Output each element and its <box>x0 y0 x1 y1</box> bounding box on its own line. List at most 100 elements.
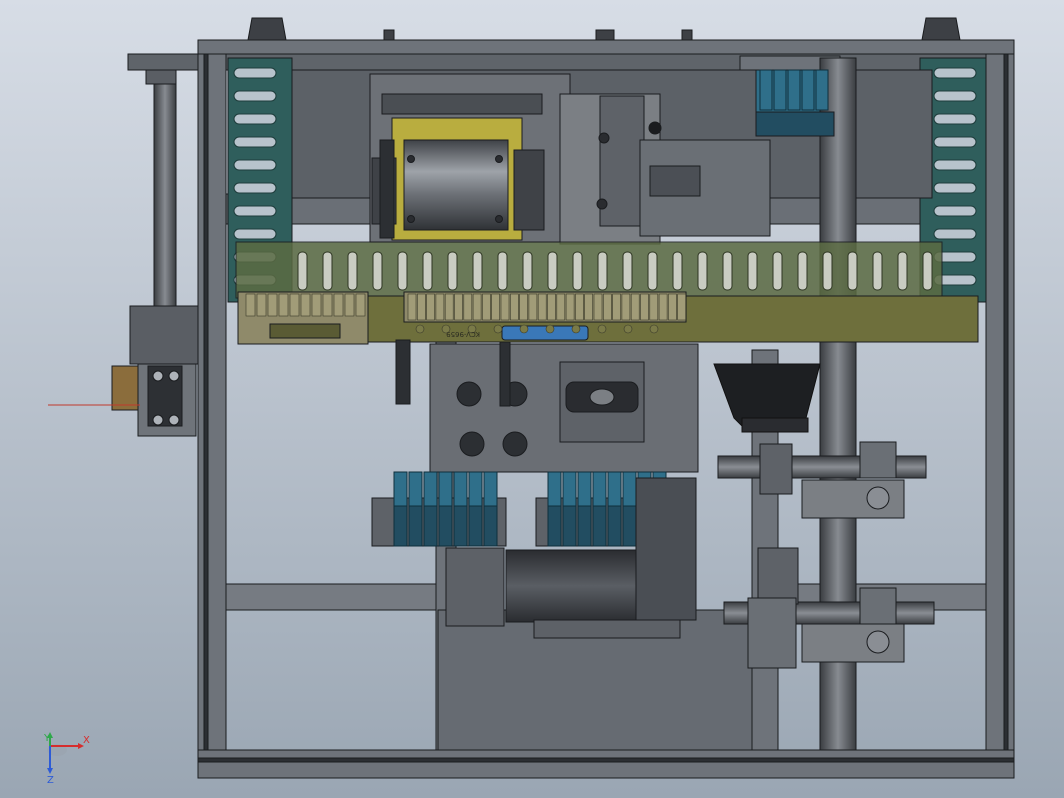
valve-slice <box>592 471 607 507</box>
chain-slot <box>933 182 977 194</box>
terminal-block <box>584 293 594 321</box>
terminal-block <box>463 293 473 321</box>
chain-slot <box>933 113 977 125</box>
terminal-block <box>245 293 256 317</box>
terminal-block <box>426 293 435 321</box>
rail-marking: KCV-9659 <box>446 330 480 338</box>
terminal-block <box>630 293 640 321</box>
tray-slot <box>872 251 883 291</box>
terminal-block <box>482 293 491 321</box>
chain-slot <box>233 136 277 148</box>
chain-slot <box>933 67 977 79</box>
terminal-block <box>355 293 366 317</box>
valve-slice <box>787 69 801 111</box>
tray-slot <box>397 251 408 291</box>
valve-slice <box>438 471 453 507</box>
terminal-block <box>547 293 556 321</box>
rail-hole <box>597 324 607 334</box>
terminal-block <box>344 293 355 317</box>
valve-slice-base <box>393 505 408 547</box>
chain-slot <box>233 182 277 194</box>
valve-slice <box>562 471 577 507</box>
rail-hole <box>649 324 659 334</box>
rail-hole <box>519 324 529 334</box>
terminal-block <box>593 293 603 321</box>
terminal-block <box>640 293 649 321</box>
chain-slot <box>933 136 977 148</box>
chain-slot <box>933 159 977 171</box>
terminal-block <box>677 293 687 321</box>
valve-slice <box>815 69 829 111</box>
valve-slice <box>423 471 438 507</box>
tray-slot <box>622 251 633 291</box>
valve-slice <box>408 471 423 507</box>
chain-slot <box>233 205 277 217</box>
tray-slot <box>297 251 308 291</box>
valve-slice <box>577 471 592 507</box>
cable-tray <box>235 241 943 299</box>
rail-hole <box>623 324 633 334</box>
terminal-block <box>311 293 322 317</box>
terminal-block <box>668 293 677 321</box>
machine-assembly-drawing: KCV-9659 <box>0 0 1064 798</box>
tray-slot <box>522 251 533 291</box>
rail-hole <box>493 324 503 334</box>
tray-slot <box>647 251 658 291</box>
terminal-block <box>322 293 333 317</box>
tray-slot <box>672 251 683 291</box>
tray-slot <box>347 251 358 291</box>
terminal-block <box>300 293 311 317</box>
chain-slot <box>233 159 277 171</box>
top-valve-slices <box>759 69 829 111</box>
tray-slot <box>697 251 708 291</box>
chain-slot <box>233 113 277 125</box>
center-body <box>395 339 699 473</box>
tray-slot <box>797 251 808 291</box>
terminal-block <box>289 293 300 317</box>
valve-slice <box>801 69 815 111</box>
valve-slice-base <box>622 505 637 547</box>
valve-slice-base <box>483 505 498 547</box>
terminal-block <box>267 293 278 317</box>
valve-slice <box>468 471 483 507</box>
valve-slice <box>453 471 468 507</box>
terminal-block <box>621 293 631 321</box>
terminal-block <box>575 293 584 321</box>
tray-slot <box>897 251 908 291</box>
terminal-block <box>500 293 510 321</box>
y-axis-label: Y <box>44 733 51 744</box>
x-axis-label: X <box>83 735 90 746</box>
tray-slot <box>372 251 383 291</box>
valve-slice <box>547 471 562 507</box>
terminal-block <box>565 293 575 321</box>
rail-hole <box>415 324 425 334</box>
tray-slot <box>547 251 558 291</box>
tray-slot <box>722 251 733 291</box>
chain-slot <box>233 67 277 79</box>
chain-slot <box>933 228 977 240</box>
terminal-block <box>472 293 482 321</box>
terminal-block <box>556 293 566 321</box>
coordinate-triad: X Y Z <box>38 728 98 788</box>
valve-slice-base <box>423 505 438 547</box>
terminal-block <box>658 293 668 321</box>
valve-slice <box>607 471 622 507</box>
tray-slot <box>447 251 458 291</box>
valve-slice-base <box>547 505 562 547</box>
tray-slot <box>772 251 783 291</box>
rail-hole <box>571 324 581 334</box>
terminal-block <box>435 293 445 321</box>
terminal-block <box>256 293 267 317</box>
terminal-block <box>333 293 344 317</box>
terminal-block <box>278 293 289 317</box>
valve-slice-base <box>562 505 577 547</box>
terminal-block <box>612 293 621 321</box>
tray-slot <box>497 251 508 291</box>
tray-slot <box>572 251 583 291</box>
tray-slot <box>422 251 433 291</box>
cad-viewport[interactable]: KCV-9659 X Y Z <box>0 0 1064 798</box>
valve-slice-base <box>453 505 468 547</box>
chain-slot <box>933 90 977 102</box>
valve-slice <box>759 69 773 111</box>
tray-slot <box>472 251 483 291</box>
